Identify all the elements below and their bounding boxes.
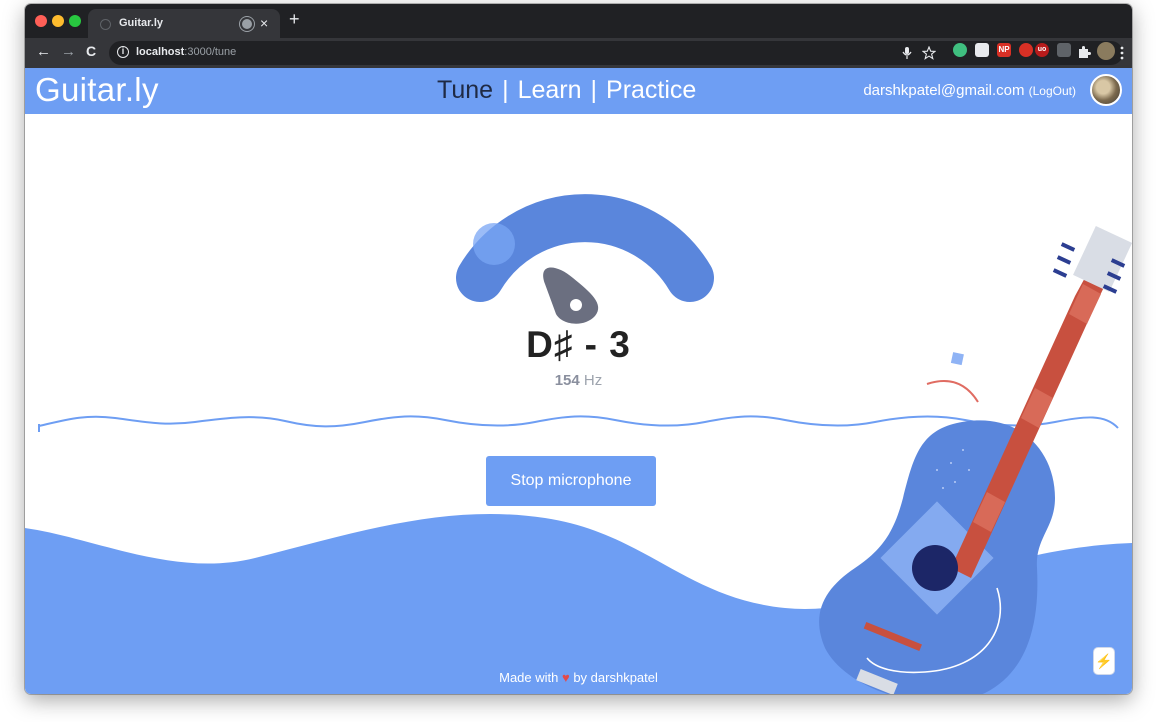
guitar-pick-needle-icon	[543, 267, 599, 324]
avatar[interactable]	[1090, 74, 1122, 106]
grammarly-extension-icon[interactable]	[953, 43, 967, 57]
stop-microphone-button[interactable]: Stop microphone	[486, 456, 656, 506]
main-nav: Tune | Learn | Practice	[437, 76, 696, 105]
address-bar[interactable]: i localhost:3000/tune	[109, 41, 1123, 65]
nav-separator: |	[502, 76, 509, 104]
detected-note: D♯ - 3	[526, 324, 631, 365]
frequency-readout: 154 Hz	[25, 372, 1132, 389]
profile-avatar-icon[interactable]	[1097, 42, 1115, 60]
account-info: darshkpatel@gmail.com (LogOut)	[863, 82, 1076, 99]
brand-logo[interactable]: Guitar.ly	[35, 71, 159, 109]
recording-indicator-icon	[242, 19, 252, 29]
ublock-extension-icon[interactable]: uo	[1035, 43, 1049, 57]
reload-button[interactable]: C	[86, 44, 96, 59]
site-header: Guitar.ly Tune | Learn | Practice darshkpate…	[25, 68, 1132, 114]
back-button[interactable]: ←	[36, 44, 51, 59]
forward-button[interactable]: →	[61, 44, 76, 59]
record-extension-icon[interactable]	[1019, 43, 1033, 57]
url-path: :3000/tune	[184, 46, 237, 58]
frequency-unit: Hz	[583, 372, 603, 389]
tab-strip: Guitar.ly × +	[25, 4, 1132, 38]
footer-author[interactable]: by darshkpatel	[573, 670, 658, 685]
url-host: localhost	[136, 46, 185, 58]
page-content: Guitar.ly Tune | Learn | Practice darshkpate…	[25, 68, 1132, 694]
footer-prefix: Made with	[499, 670, 559, 685]
close-window-button[interactable]	[35, 15, 47, 27]
url-text[interactable]: localhost:3000/tune	[136, 46, 236, 58]
more-menu-icon[interactable]	[1119, 46, 1125, 60]
nav-separator: |	[590, 76, 598, 104]
info-icon[interactable]: i	[117, 46, 129, 58]
nav-practice[interactable]: Practice	[606, 76, 696, 104]
gauge-indicator-dot	[473, 223, 515, 265]
extensions-puzzle-icon[interactable]	[1077, 45, 1091, 59]
footer-credit: Made with ♥ by darshkpatel	[25, 670, 1132, 685]
nav-learn[interactable]: Learn	[518, 76, 582, 104]
np-extension-icon[interactable]: NP	[997, 43, 1011, 57]
close-tab-icon[interactable]: ×	[260, 15, 268, 31]
globe-icon	[100, 19, 111, 30]
new-tab-button[interactable]: +	[289, 10, 300, 28]
pick-hole	[570, 299, 582, 311]
minimize-window-button[interactable]	[52, 15, 64, 27]
nav-tune[interactable]: Tune	[437, 76, 493, 104]
microphone-icon[interactable]	[901, 46, 913, 60]
maximize-window-button[interactable]	[69, 15, 81, 27]
frequency-value: 154	[554, 372, 580, 389]
browser-tab[interactable]: Guitar.ly ×	[88, 9, 280, 38]
tab-title: Guitar.ly	[119, 17, 164, 29]
lightning-bolt-icon[interactable]: ⚡	[1094, 648, 1114, 674]
user-email: darshkpatel@gmail.com	[863, 82, 1025, 99]
logout-link[interactable]: (LogOut)	[1029, 84, 1076, 98]
bookmark-star-icon[interactable]	[922, 46, 936, 60]
mail-extension-icon[interactable]	[975, 43, 989, 57]
heart-icon: ♥	[561, 670, 570, 685]
browser-toolbar: ← → C i localhost:3000/tune NP uo	[25, 38, 1132, 68]
browser-window: Guitar.ly × + ← → C i localhost:3000/tun…	[25, 4, 1132, 694]
copy-extension-icon[interactable]	[1057, 43, 1071, 57]
